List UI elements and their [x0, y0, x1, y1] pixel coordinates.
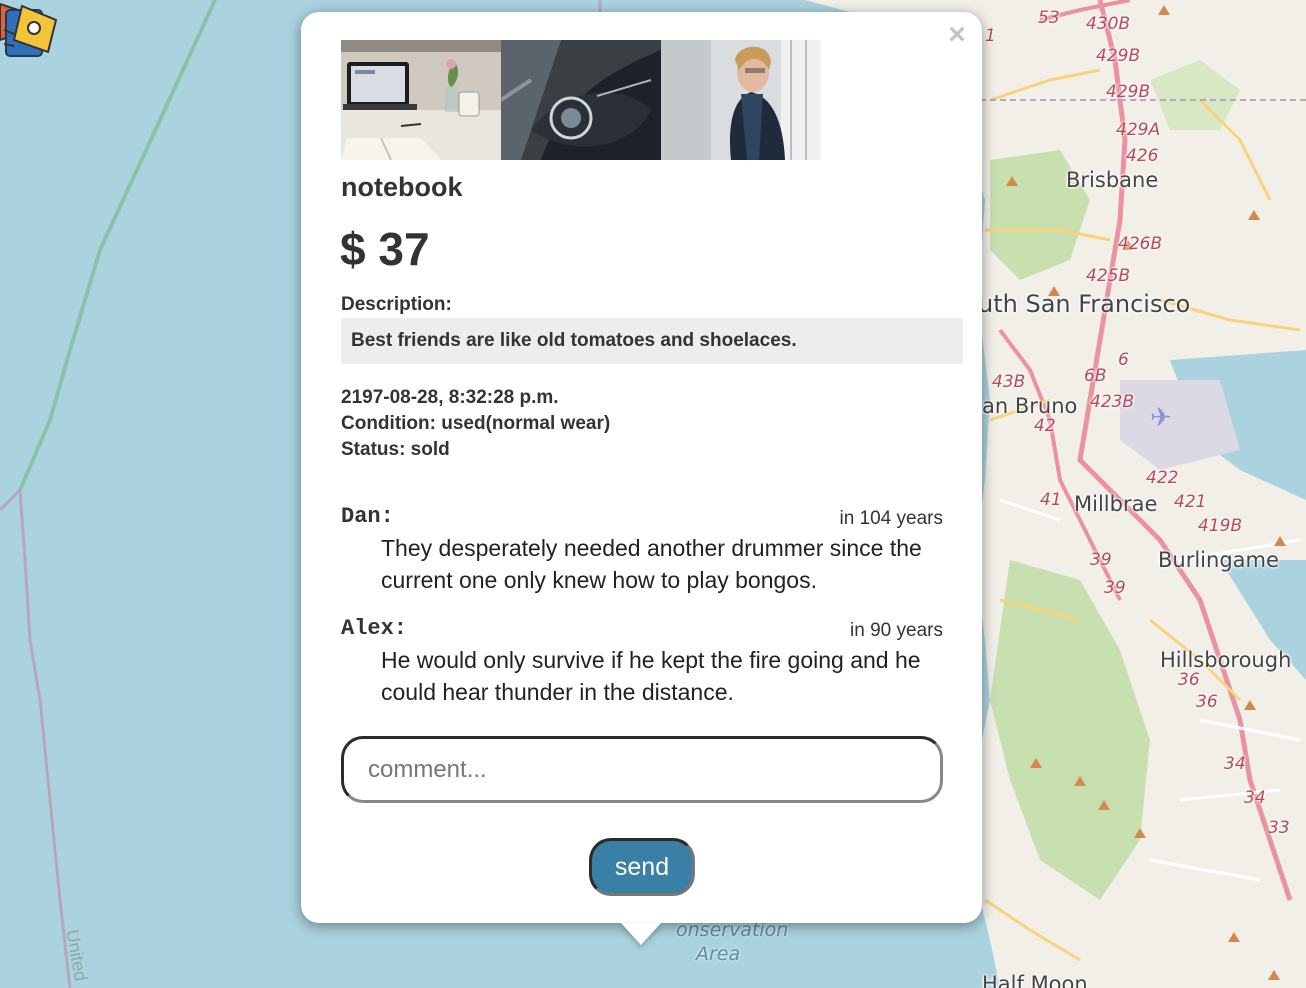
map-road-number: 419B: [1198, 516, 1243, 536]
map-road-number: 429A: [1116, 120, 1161, 140]
map-road-number: 36: [1178, 670, 1200, 690]
comment-input[interactable]: [341, 736, 943, 803]
map-road-number: 430B: [1086, 14, 1131, 34]
item-photo-gallery: [341, 40, 821, 160]
airport-icon: ✈: [1150, 402, 1172, 432]
map-city-label: an Bruno: [982, 394, 1078, 418]
send-button[interactable]: send: [589, 838, 695, 896]
map-road-number: 421: [1174, 492, 1207, 512]
map-road-number: 39: [1090, 550, 1112, 570]
map-road-number: 1: [985, 26, 996, 46]
map-road-number: 6B: [1084, 366, 1107, 386]
map-city-label: uth San Francisco: [978, 290, 1191, 318]
close-button[interactable]: ×: [943, 20, 971, 50]
map-road-number: 422: [1146, 468, 1179, 488]
popup-tip: [621, 923, 661, 945]
map-city-label: Hillsborough: [1160, 648, 1292, 672]
map-city-label: Half Moon: [982, 972, 1088, 988]
map-road-number: 53: [1038, 8, 1060, 28]
car-headlight-photo[interactable]: [501, 40, 661, 160]
item-title: notebook: [341, 172, 463, 202]
description-label: Description:: [341, 294, 452, 315]
map-road-number: 39: [1104, 578, 1126, 598]
map-road-number: 43B: [992, 372, 1026, 392]
map-road-number: 42: [1034, 416, 1056, 436]
map-road-number: 6: [1118, 350, 1129, 370]
map-road-number: 34: [1244, 788, 1266, 808]
laptop-desk-photo[interactable]: [341, 40, 501, 160]
item-status: Status: sold: [341, 439, 450, 460]
map-road-number: 429B: [1106, 82, 1151, 102]
item-meta: 2197-08-28, 8:32:28 p.m. Condition: used…: [341, 385, 610, 463]
map-road-number: 426: [1126, 146, 1159, 166]
map-road-number: 425B: [1086, 266, 1131, 286]
map-road-number: 36: [1196, 692, 1218, 712]
map-area-label: Area: [696, 943, 741, 965]
map-marker-icon[interactable]: [0, 0, 62, 62]
map-road-number: 34: [1224, 754, 1246, 774]
comment-author: Alex:: [341, 616, 408, 641]
item-timestamp: 2197-08-28, 8:32:28 p.m.: [341, 387, 559, 408]
map-city-label: Millbrae: [1074, 492, 1158, 516]
map-road-number: 41: [1040, 490, 1062, 510]
item-condition: Condition: used(normal wear): [341, 413, 611, 434]
comment-time: in 104 years: [839, 508, 943, 529]
map-road-number: 429B: [1096, 46, 1141, 66]
comment-time: in 90 years: [850, 620, 943, 641]
person-scarf-photo[interactable]: [661, 40, 821, 160]
map-city-label: Brisbane: [1066, 168, 1159, 192]
comment-text: They desperately needed another drummer …: [381, 535, 922, 593]
comment-author: Dan:: [341, 504, 394, 529]
map-road-number: 423B: [1090, 392, 1135, 412]
description-text: Best friends are like old tomatoes and s…: [341, 318, 963, 364]
comment-text: He would only survive if he kept the fir…: [381, 647, 921, 705]
map-road-number: 33: [1268, 818, 1290, 838]
item-price: $ 37: [340, 223, 430, 275]
map-city-label: Burlingame: [1158, 548, 1279, 572]
map-road-number: 426B: [1118, 234, 1163, 254]
